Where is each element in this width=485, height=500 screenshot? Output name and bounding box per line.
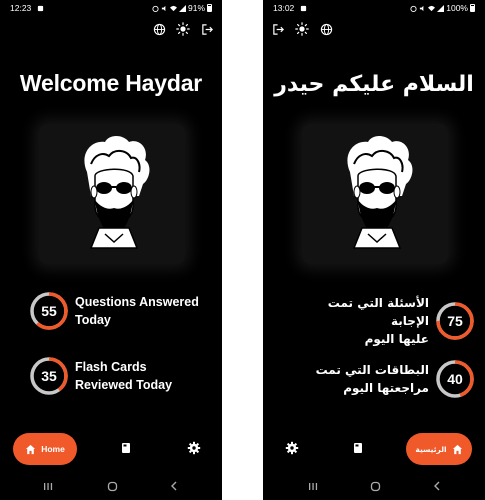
home-button[interactable]: الرئيسية bbox=[406, 433, 472, 465]
welcome-heading: السلام عليكم حيدر bbox=[274, 72, 474, 97]
status-bar: 12:23 91% bbox=[0, 0, 222, 16]
bottom-nav: Home bbox=[0, 431, 222, 467]
avatar bbox=[302, 124, 448, 264]
mute-icon bbox=[161, 5, 166, 11]
cards-icon[interactable] bbox=[351, 441, 365, 455]
home-button[interactable]: Home bbox=[13, 433, 77, 465]
wifi-icon bbox=[428, 5, 436, 11]
top-actions bbox=[152, 22, 214, 36]
questions-answered-stat: 75 الأسئلة التي تمت الإجابة عليها اليوم bbox=[301, 294, 475, 348]
brightness-icon[interactable] bbox=[176, 22, 190, 36]
welcome-heading: Welcome Haydar bbox=[19, 70, 203, 96]
questions-answered-stat: 55 Questions Answered Today bbox=[29, 291, 205, 331]
home-icon bbox=[26, 444, 36, 454]
system-nav-bar bbox=[263, 478, 485, 494]
flash-cards-count: 35 bbox=[41, 368, 57, 384]
progress-ring: 35 bbox=[29, 356, 69, 396]
back-icon[interactable] bbox=[168, 480, 180, 492]
stat-label-line1: البطاقات التي تمت bbox=[315, 363, 429, 377]
battery-percent: 91% bbox=[187, 3, 205, 13]
top-actions bbox=[271, 22, 333, 36]
system-nav-bar bbox=[0, 478, 222, 494]
signal-icon bbox=[437, 4, 445, 12]
battery-icon bbox=[470, 4, 475, 12]
system-home-icon[interactable] bbox=[369, 480, 381, 492]
home-label: Home bbox=[41, 444, 65, 454]
mute-icon bbox=[420, 5, 424, 11]
avatar bbox=[39, 124, 185, 264]
screen-arabic: 13:02 100% السلام عليكم حيدر 75 الأسئلة … bbox=[263, 0, 485, 500]
questions-answered-count: 55 bbox=[41, 303, 57, 319]
home-icon bbox=[452, 444, 462, 454]
recent-apps-icon[interactable] bbox=[42, 480, 54, 492]
stat-label-line2: عليها اليوم bbox=[364, 332, 429, 346]
stat-label-line1: الأسئلة التي تمت الإجابة bbox=[327, 296, 429, 328]
globe-icon[interactable] bbox=[319, 22, 333, 36]
cards-icon[interactable] bbox=[119, 441, 133, 455]
notification-icon bbox=[38, 5, 44, 11]
progress-ring: 40 bbox=[435, 359, 475, 399]
wifi-icon bbox=[169, 5, 177, 11]
flash-cards-count: 40 bbox=[447, 371, 463, 387]
questions-answered-count: 75 bbox=[447, 313, 463, 329]
progress-ring: 55 bbox=[29, 291, 69, 331]
alarm-icon bbox=[152, 5, 159, 12]
stat-label-line2: Today bbox=[75, 313, 111, 327]
system-home-icon[interactable] bbox=[106, 480, 118, 492]
stat-label-line2: مراجعتها اليوم bbox=[343, 381, 429, 395]
stat-label-line2: Reviewed Today bbox=[75, 378, 173, 392]
settings-icon[interactable] bbox=[285, 441, 299, 455]
status-time: 13:02 bbox=[273, 3, 295, 13]
progress-ring: 75 bbox=[435, 301, 475, 341]
alarm-icon bbox=[410, 5, 417, 12]
stat-label-line1: Questions Answered bbox=[75, 295, 199, 309]
notification-icon bbox=[301, 5, 307, 11]
signal-icon bbox=[178, 4, 186, 12]
status-bar: 13:02 100% bbox=[263, 0, 485, 16]
logout-icon[interactable] bbox=[200, 22, 214, 36]
back-icon[interactable] bbox=[431, 480, 443, 492]
battery-percent: 100% bbox=[446, 3, 468, 13]
logout-icon[interactable] bbox=[271, 22, 285, 36]
globe-icon[interactable] bbox=[152, 22, 166, 36]
status-time: 12:23 bbox=[10, 3, 32, 13]
bottom-nav: الرئيسية bbox=[263, 431, 485, 467]
flash-cards-stat: 40 البطاقات التي تمت مراجعتها اليوم bbox=[301, 359, 475, 399]
settings-icon[interactable] bbox=[187, 441, 201, 455]
battery-icon bbox=[207, 4, 212, 12]
brightness-icon[interactable] bbox=[295, 22, 309, 36]
stat-label-line1: Flash Cards bbox=[75, 360, 147, 374]
recent-apps-icon[interactable] bbox=[307, 480, 319, 492]
home-label: الرئيسية bbox=[415, 444, 447, 454]
screen-english: 12:23 91% Welcome Haydar 55 Questions An… bbox=[0, 0, 222, 500]
flash-cards-stat: 35 Flash Cards Reviewed Today bbox=[29, 356, 205, 396]
